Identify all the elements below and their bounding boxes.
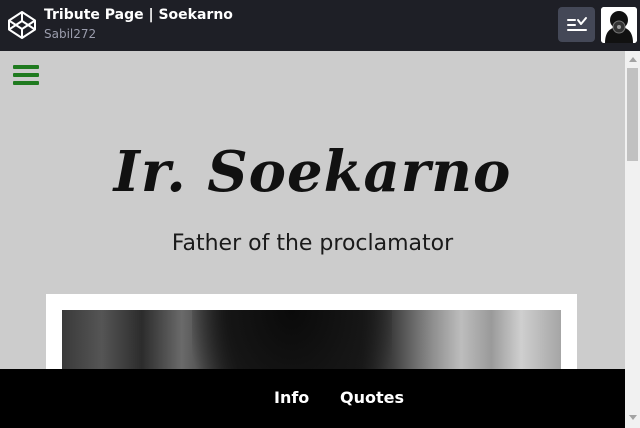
pen-author[interactable]: Sabil272: [44, 26, 233, 42]
scroll-down-arrow-icon[interactable]: [629, 415, 637, 420]
hamburger-menu-icon[interactable]: [13, 65, 39, 87]
nav-link-info[interactable]: Info: [274, 388, 309, 407]
vertical-scrollbar[interactable]: [625, 51, 640, 428]
page-subtitle: Father of the proclamator: [171, 231, 454, 256]
change-view-button[interactable]: [558, 7, 595, 42]
scrollbar-thumb[interactable]: [627, 68, 638, 161]
user-avatar[interactable]: [601, 7, 637, 43]
codepen-logo-icon[interactable]: [6, 9, 38, 41]
scroll-up-arrow-icon[interactable]: [629, 57, 637, 62]
codepen-header: Tribute Page | Soekarno Sabil272: [0, 0, 640, 50]
pen-info: Tribute Page | Soekarno Sabil272: [44, 6, 233, 42]
pen-title[interactable]: Tribute Page | Soekarno: [44, 6, 233, 24]
bottom-nav-bar: Info Quotes: [0, 369, 625, 428]
change-view-icon: [566, 16, 587, 31]
user-avatar-icon: [601, 7, 637, 43]
page-title: Ir. Soekarno: [113, 139, 512, 205]
nav-link-quotes[interactable]: Quotes: [340, 388, 404, 407]
